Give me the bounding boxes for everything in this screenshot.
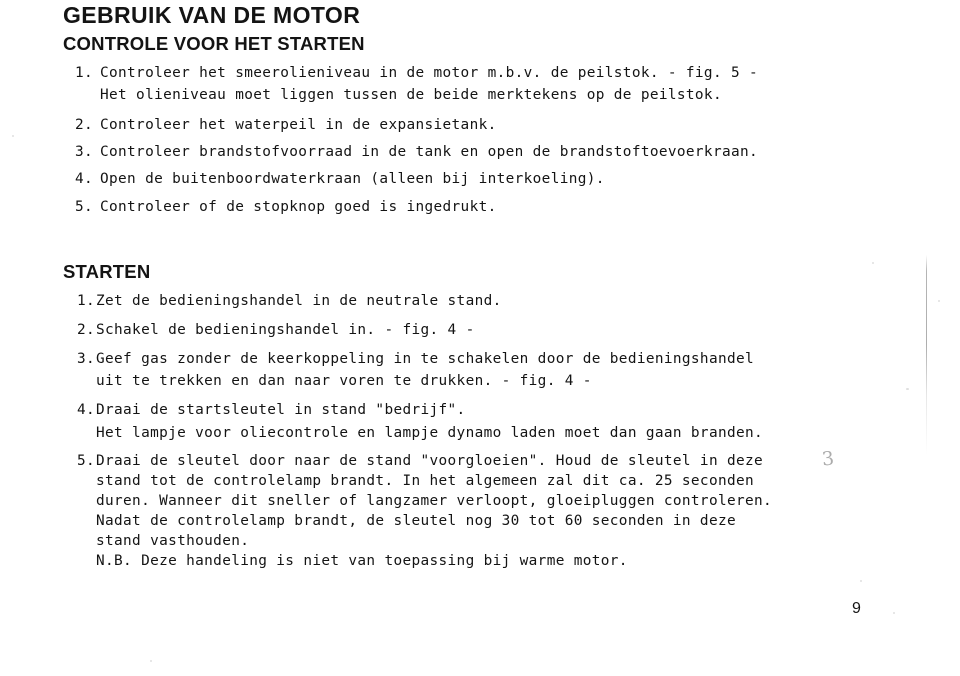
document-page: 3 GEBRUIK VAN DE MOTOR CONTROLE VOOR HET…	[0, 0, 960, 676]
list-item-text: stand tot de controlelamp brandt. In het…	[96, 473, 755, 489]
list-item-text: stand vasthouden.	[96, 533, 250, 549]
scan-speck	[860, 580, 862, 582]
list-item-text: Geef gas zonder de keerkoppeling in te s…	[96, 351, 755, 367]
list-item-number: 1.	[77, 293, 96, 309]
scan-speck	[938, 300, 940, 302]
margin-handwritten-mark: 3	[820, 447, 836, 471]
list-item-number: 1.	[75, 65, 94, 81]
list-item-text: Draai de sleutel door naar de stand "voo…	[96, 453, 764, 469]
list-item-number: 2.	[77, 322, 96, 338]
list-item-text: Draai de startsleutel in stand "bedrijf"…	[96, 402, 466, 418]
scan-line-artifact	[926, 255, 927, 455]
section-heading-controle: CONTROLE VOOR HET STARTEN	[63, 33, 365, 54]
list-item-text: Schakel de bedieningshandel in. - fig. 4…	[96, 322, 475, 338]
list-item-number: 3.	[77, 351, 96, 367]
list-item-text: Controleer brandstofvoorraad in de tank …	[100, 144, 759, 160]
list-item-number: 5.	[77, 453, 96, 469]
list-item-text: Nadat de controlelamp brandt, de sleutel…	[96, 513, 736, 529]
list-item-number: 5.	[75, 199, 94, 215]
list-item-number: 3.	[75, 144, 94, 160]
list-item-number: 4.	[77, 402, 96, 418]
list-item-text: Zet de bedieningshandel in de neutrale s…	[96, 293, 502, 309]
list-item-text: Het olieniveau moet liggen tussen de bei…	[100, 87, 722, 103]
list-item-text: N.B. Deze handeling is niet van toepassi…	[96, 553, 628, 569]
list-item-text: Controleer het waterpeil in de expansiet…	[100, 117, 497, 133]
document-title: GEBRUIK VAN DE MOTOR	[63, 2, 361, 28]
list-item-number: 4.	[75, 171, 94, 187]
scan-speck	[893, 612, 895, 614]
page-number: 9	[852, 600, 861, 617]
scan-speck	[906, 388, 909, 390]
list-item-number: 2.	[75, 117, 94, 133]
scan-speck	[12, 135, 14, 137]
list-item-text: Het lampje voor oliecontrole en lampje d…	[96, 425, 764, 441]
list-item-text: Controleer of de stopknop goed is ingedr…	[100, 199, 497, 215]
list-item-text: Controleer het smeerolieniveau in de mot…	[100, 65, 759, 81]
list-item-text: Open de buitenboordwaterkraan (alleen bi…	[100, 171, 605, 187]
section-heading-starten: STARTEN	[63, 261, 151, 282]
list-item-text: duren. Wanneer dit sneller of langzamer …	[96, 493, 773, 509]
scan-speck	[872, 262, 874, 264]
scan-speck	[150, 660, 152, 662]
list-item-text: uit te trekken en dan naar voren te druk…	[96, 373, 592, 389]
